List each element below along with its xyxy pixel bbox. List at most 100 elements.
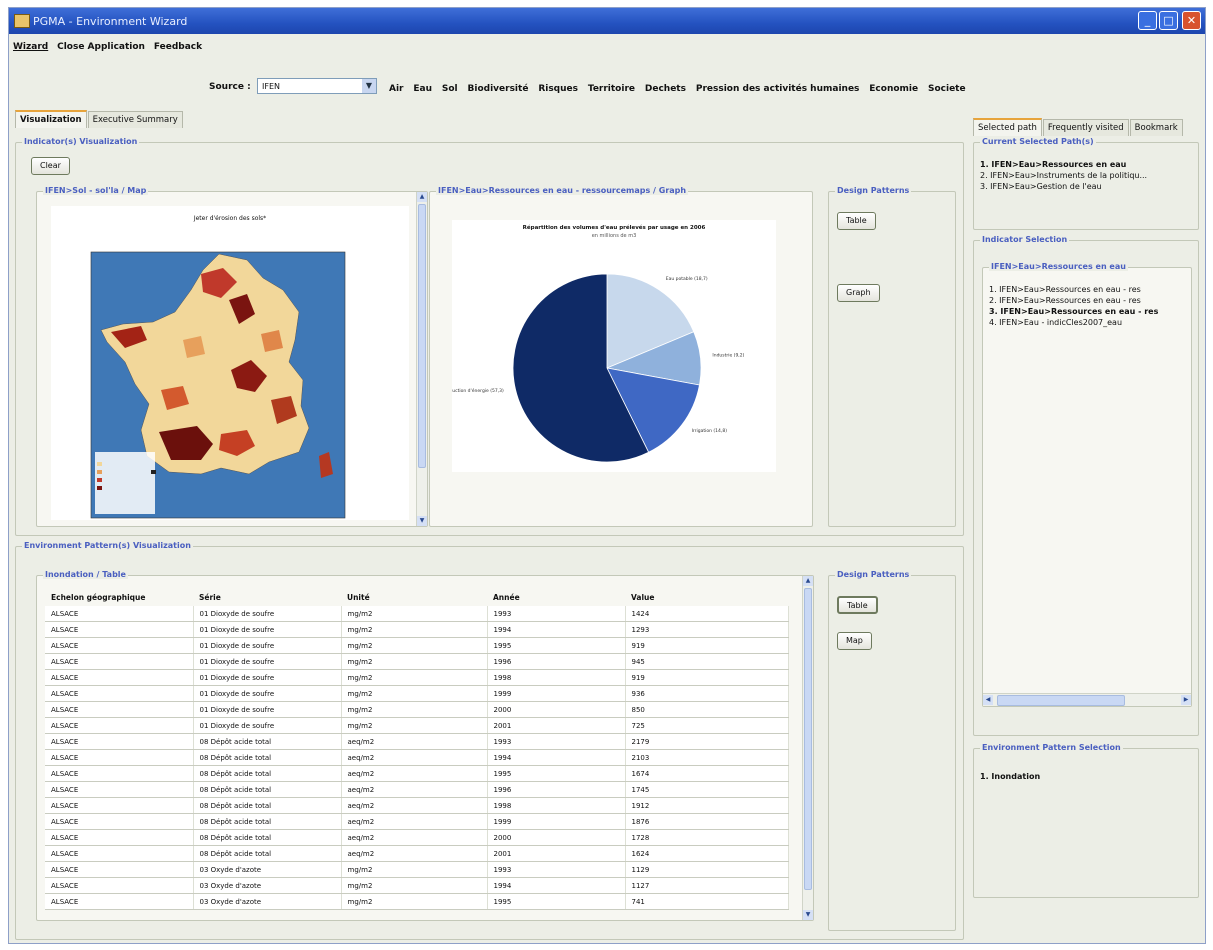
table-row[interactable]: ALSACE 01 Dioxyde de soufre mg/m2 1998 919 bbox=[45, 669, 789, 686]
scroll-thumb[interactable] bbox=[997, 695, 1125, 706]
table-cell: ALSACE bbox=[45, 669, 194, 686]
category-pression[interactable]: Pression des activités humaines bbox=[696, 84, 860, 94]
category-dechets[interactable]: Dechets bbox=[645, 84, 686, 94]
table-row[interactable]: ALSACE 01 Dioxyde de soufre mg/m2 1996 945 bbox=[45, 653, 789, 670]
app-window: PGMA - Environment Wizard _ □ ✕ Wizard C… bbox=[8, 7, 1206, 944]
table-cell: 03 Oxyde d'azote bbox=[193, 877, 342, 894]
maximize-button[interactable]: □ bbox=[1159, 11, 1178, 30]
pie-label: Industrie (9,2) bbox=[712, 353, 744, 359]
table-row[interactable]: ALSACE 01 Dioxyde de soufre mg/m2 1993 1424 bbox=[45, 606, 789, 622]
category-bar: Air Eau Sol Biodiversité Risques Territo… bbox=[389, 84, 973, 94]
map-scrollbar[interactable]: ▲ ▼ bbox=[416, 192, 427, 526]
chevron-down-icon[interactable]: ▼ bbox=[362, 79, 376, 93]
source-select[interactable]: IFEN ▼ bbox=[257, 78, 377, 94]
table-cell: mg/m2 bbox=[341, 669, 488, 686]
indicator-hscrollbar[interactable]: ◀ ▶ bbox=[983, 693, 1191, 706]
table-cell: 03 Oxyde d'azote bbox=[193, 861, 342, 878]
table-row[interactable]: ALSACE 01 Dioxyde de soufre mg/m2 2001 725 bbox=[45, 717, 789, 734]
scroll-down-icon[interactable]: ▼ bbox=[417, 516, 427, 526]
category-eau[interactable]: Eau bbox=[413, 84, 432, 94]
category-air[interactable]: Air bbox=[389, 84, 404, 94]
data-table: Echelon géographique Série Unité Année V… bbox=[45, 588, 789, 910]
scroll-right-icon[interactable]: ▶ bbox=[1181, 695, 1191, 705]
table-cell: aeq/m2 bbox=[341, 781, 488, 798]
table-cell: mg/m2 bbox=[341, 606, 488, 622]
menu-wizard[interactable]: Wizard bbox=[13, 42, 48, 52]
tab-executive-summary[interactable]: Executive Summary bbox=[87, 111, 183, 128]
scroll-thumb[interactable] bbox=[418, 204, 426, 468]
env-selection-title: Environment Pattern Selection bbox=[980, 743, 1123, 752]
table-row[interactable]: ALSACE 08 Dépôt acide total aeq/m2 1996 1745 bbox=[45, 781, 789, 798]
tab-visualization[interactable]: Visualization bbox=[15, 110, 87, 128]
menu-close-application[interactable]: Close Application bbox=[57, 42, 145, 52]
table-cell: 1995 bbox=[487, 893, 626, 910]
tab-frequently-visited[interactable]: Frequently visited bbox=[1042, 119, 1129, 136]
column-header[interactable]: Série bbox=[193, 588, 341, 606]
source-label: Source : bbox=[209, 82, 251, 92]
column-header[interactable]: Année bbox=[487, 588, 625, 606]
table-header-row: Echelon géographique Série Unité Année V… bbox=[45, 588, 789, 606]
table-cell: 945 bbox=[625, 653, 789, 670]
category-territoire[interactable]: Territoire bbox=[588, 84, 635, 94]
env-pattern-item[interactable]: 1. Inondation bbox=[980, 771, 1040, 782]
indicator-item[interactable]: 1. IFEN>Eau>Ressources en eau - res bbox=[989, 284, 1189, 295]
category-risques[interactable]: Risques bbox=[538, 84, 578, 94]
table-button[interactable]: Table bbox=[837, 212, 876, 230]
path-item[interactable]: 2. IFEN>Eau>Instruments de la politiqu..… bbox=[980, 170, 1194, 181]
column-header[interactable]: Echelon géographique bbox=[45, 588, 193, 606]
table-panel: Inondation / Table Echelon géographique … bbox=[36, 570, 814, 921]
category-societe[interactable]: Societe bbox=[928, 84, 966, 94]
table-row[interactable]: ALSACE 08 Dépôt acide total aeq/m2 2001 1624 bbox=[45, 845, 789, 862]
category-economie[interactable]: Economie bbox=[869, 84, 918, 94]
table-row[interactable]: ALSACE 08 Dépôt acide total aeq/m2 1994 2103 bbox=[45, 749, 789, 766]
table-row[interactable]: ALSACE 03 Oxyde d'azote mg/m2 1993 1129 bbox=[45, 861, 789, 878]
scroll-up-icon[interactable]: ▲ bbox=[803, 576, 813, 586]
tab-bookmark[interactable]: Bookmark bbox=[1129, 119, 1183, 136]
title-bar[interactable]: PGMA - Environment Wizard _ □ ✕ bbox=[9, 8, 1205, 34]
table-row[interactable]: ALSACE 08 Dépôt acide total aeq/m2 1998 1912 bbox=[45, 797, 789, 814]
scroll-thumb[interactable] bbox=[804, 588, 812, 890]
table-row[interactable]: ALSACE 08 Dépôt acide total aeq/m2 1999 1876 bbox=[45, 813, 789, 830]
category-sol[interactable]: Sol bbox=[442, 84, 458, 94]
table-row[interactable]: ALSACE 08 Dépôt acide total aeq/m2 2000 1728 bbox=[45, 829, 789, 846]
table-cell: 936 bbox=[625, 685, 789, 702]
indicator-item[interactable]: 4. IFEN>Eau - indicCles2007_eau bbox=[989, 317, 1189, 328]
table-scrollbar[interactable]: ▲ ▼ bbox=[802, 576, 813, 920]
path-item[interactable]: 1. IFEN>Eau>Ressources en eau bbox=[980, 159, 1194, 170]
clear-button[interactable]: Clear bbox=[31, 157, 70, 175]
column-header[interactable]: Value bbox=[625, 588, 789, 606]
table-cell: mg/m2 bbox=[341, 893, 488, 910]
table-row[interactable]: ALSACE 08 Dépôt acide total aeq/m2 1993 2179 bbox=[45, 733, 789, 750]
table-row[interactable]: ALSACE 01 Dioxyde de soufre mg/m2 1999 936 bbox=[45, 685, 789, 702]
table-row[interactable]: ALSACE 01 Dioxyde de soufre mg/m2 2000 850 bbox=[45, 701, 789, 718]
close-button[interactable]: ✕ bbox=[1182, 11, 1201, 30]
category-biodiversite[interactable]: Biodiversité bbox=[468, 84, 529, 94]
table-cell: 1293 bbox=[625, 621, 789, 638]
table-cell: 2179 bbox=[625, 733, 789, 750]
tab-selected-path[interactable]: Selected path bbox=[973, 118, 1042, 136]
table-cell: 01 Dioxyde de soufre bbox=[193, 606, 342, 622]
menu-bar: Wizard Close Application Feedback bbox=[13, 42, 208, 58]
table-cell: ALSACE bbox=[45, 797, 194, 814]
table-row[interactable]: ALSACE 03 Oxyde d'azote mg/m2 1994 1127 bbox=[45, 877, 789, 894]
indicator-group-panel: IFEN>Eau>Ressources en eau 1. IFEN>Eau>R… bbox=[982, 262, 1192, 707]
env-table-button[interactable]: Table bbox=[837, 596, 878, 614]
scroll-down-icon[interactable]: ▼ bbox=[803, 910, 813, 920]
indicator-item[interactable]: 2. IFEN>Eau>Ressources en eau - res bbox=[989, 295, 1189, 306]
scroll-left-icon[interactable]: ◀ bbox=[983, 695, 993, 705]
table-row[interactable]: ALSACE 03 Oxyde d'azote mg/m2 1995 741 bbox=[45, 893, 789, 910]
path-item[interactable]: 3. IFEN>Eau>Gestion de l'eau bbox=[980, 181, 1194, 192]
minimize-button[interactable]: _ bbox=[1138, 11, 1157, 30]
table-row[interactable]: ALSACE 01 Dioxyde de soufre mg/m2 1994 1293 bbox=[45, 621, 789, 638]
table-row[interactable]: ALSACE 01 Dioxyde de soufre mg/m2 1995 919 bbox=[45, 637, 789, 654]
graph-button[interactable]: Graph bbox=[837, 284, 880, 302]
table-cell: 1993 bbox=[487, 861, 626, 878]
scroll-up-icon[interactable]: ▲ bbox=[417, 192, 427, 202]
environment-visualization-panel: Environment Pattern(s) Visualization Ino… bbox=[15, 541, 964, 940]
table-row[interactable]: ALSACE 08 Dépôt acide total aeq/m2 1995 1674 bbox=[45, 765, 789, 782]
table-cell: 1996 bbox=[487, 653, 626, 670]
menu-feedback[interactable]: Feedback bbox=[154, 42, 202, 52]
map-button[interactable]: Map bbox=[837, 632, 872, 650]
column-header[interactable]: Unité bbox=[341, 588, 487, 606]
indicator-item[interactable]: 3. IFEN>Eau>Ressources en eau - res bbox=[989, 306, 1189, 317]
